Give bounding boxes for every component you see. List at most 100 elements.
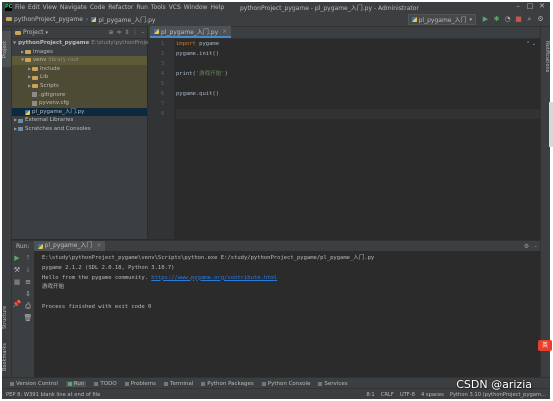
menu-edit[interactable]: Edit — [28, 4, 40, 11]
tool-terminal[interactable]: Terminal — [164, 381, 193, 387]
code-line[interactable] — [176, 99, 540, 109]
tree-item-pyvenv[interactable]: pyvenv.cfg — [12, 99, 147, 108]
current-code-line[interactable] — [176, 109, 540, 119]
inspection-widget[interactable]: ⌃ ⌄ — [526, 41, 536, 47]
chevron-down-icon[interactable]: ▾ — [46, 30, 49, 36]
code-line[interactable]: import pygame — [176, 39, 540, 49]
tree-item-gitignore[interactable]: .gitignore — [12, 90, 147, 100]
desktop-scrollbar[interactable] — [549, 102, 553, 147]
menu-help[interactable]: Help — [210, 4, 224, 11]
pin-icon[interactable]: 📌 — [12, 299, 22, 310]
tab-notifications[interactable]: Notifications — [541, 31, 550, 83]
menu-navigate[interactable]: Navigate — [60, 4, 87, 11]
down-arrow-icon[interactable]: ⌄ — [532, 41, 536, 47]
tree-item-lib[interactable]: ▶ Lib — [12, 73, 147, 82]
stop-icon[interactable]: ■ — [12, 277, 22, 288]
editor-tab-label: pl_pygame_入门.py — [161, 28, 219, 36]
tool-problems[interactable]: Problems — [124, 381, 156, 387]
tree-item-scratches[interactable]: ▶ Scratches and Consoles — [12, 125, 147, 134]
scroll-up-icon[interactable]: ↑ — [23, 253, 33, 264]
tree-item-images[interactable]: ▶ images — [12, 48, 147, 57]
menu-window[interactable]: Window — [184, 4, 208, 11]
wrench-icon[interactable]: ⚒ — [12, 265, 22, 276]
pygame-contribute-link[interactable]: https://www.pygame.org/contribute.html — [151, 275, 277, 281]
status-message[interactable]: PEP 8: W391 blank line at end of file — [6, 392, 100, 398]
tool-python-console[interactable]: Python Console — [261, 381, 310, 387]
tool-run[interactable]: Run — [65, 380, 87, 387]
menu-tools[interactable]: Tools — [151, 4, 166, 11]
settings-icon[interactable]: ⚙ — [535, 14, 546, 24]
menu-vcs[interactable]: VCS — [169, 4, 181, 11]
ime-badge[interactable]: 英 — [538, 340, 552, 351]
console-output[interactable]: E:\study\pythonProject_pygame\venv\Scrip… — [42, 254, 540, 313]
expand-all-icon[interactable]: ⇕ — [123, 29, 131, 36]
tab-bookmarks[interactable]: Bookmarks — [2, 339, 11, 375]
delete-icon[interactable]: 🗑 — [23, 313, 33, 324]
tree-item-label: venv — [33, 57, 47, 64]
code-area[interactable]: import pygame pygame.init() print('游戏开始'… — [176, 39, 540, 119]
rerun-icon[interactable]: ▶ — [12, 253, 22, 264]
menu-refactor[interactable]: Refactor — [108, 4, 133, 11]
menu-view[interactable]: View — [43, 4, 57, 11]
tool-version-control[interactable]: Version Control — [10, 381, 58, 387]
breadcrumb-project[interactable]: pythonProject_pygame — [14, 16, 83, 23]
breadcrumb-file[interactable]: pl_pygame_入门.py — [98, 15, 155, 24]
up-arrow-icon[interactable]: ⌃ — [526, 41, 530, 47]
settings-icon[interactable]: ⚙ — [522, 243, 531, 250]
line-separator[interactable]: CRLF — [381, 392, 394, 398]
tree-item-label: External Libraries — [25, 117, 74, 124]
folder-icon — [25, 49, 31, 54]
locate-icon[interactable]: ⊕ — [107, 29, 115, 36]
interpreter-selector[interactable]: Python 3.10 (pythonProject_pygam... — [450, 392, 546, 398]
tool-python-packages[interactable]: Python Packages — [201, 381, 254, 387]
run-config-select[interactable]: pl_pygame_入门 ▾ — [407, 14, 476, 25]
tab-structure[interactable]: Structure — [2, 297, 11, 337]
tree-item-include[interactable]: ▶ Include — [12, 64, 147, 74]
stop-icon[interactable]: ■ — [513, 14, 524, 24]
coverage-icon[interactable]: ◔ — [502, 14, 513, 24]
maximize-icon[interactable]: □ — [524, 2, 536, 10]
tree-item-project-root[interactable]: ▼ pythonProject_pygame E:\study\pythonPr… — [12, 39, 156, 48]
project-panel-title[interactable]: Project — [23, 29, 44, 36]
caret-position[interactable]: 8:1 — [366, 392, 374, 398]
print-icon[interactable]: ⎙ — [23, 301, 33, 312]
tab-project[interactable]: Project — [2, 31, 11, 67]
close-tab-icon[interactable]: × — [96, 241, 101, 251]
tree-item-venv[interactable]: ▼ venv library root — [12, 56, 147, 65]
code-line[interactable] — [176, 59, 540, 69]
file-encoding[interactable]: UTF-8 — [400, 392, 415, 398]
tree-item-scripts[interactable]: ▶ Scripts — [12, 81, 147, 91]
console-line: Process finished with exit code 0 — [42, 303, 152, 310]
tree-item-external-libraries[interactable]: ▶ External Libraries — [12, 116, 147, 125]
menu-file[interactable]: File — [15, 4, 25, 11]
menu-code[interactable]: Code — [90, 4, 105, 11]
hide-icon[interactable]: – — [139, 29, 147, 36]
scroll-down-icon[interactable]: ↓ — [23, 265, 33, 276]
tree-item-main-py[interactable]: pl_pygame_入门.py — [12, 107, 147, 117]
run-icon[interactable]: ▶ — [480, 14, 491, 24]
code-text: print( — [176, 71, 196, 77]
debug-icon[interactable]: ✱ — [491, 14, 502, 24]
options-icon[interactable]: ⋮ — [131, 29, 139, 36]
close-icon[interactable]: ✕ — [536, 2, 548, 10]
code-line[interactable]: pygame.quit() — [176, 89, 540, 99]
close-tab-icon[interactable]: × — [222, 28, 227, 35]
collapse-all-icon[interactable]: ≑ — [115, 29, 123, 36]
tool-todo[interactable]: TODO — [94, 381, 117, 387]
indent-setting[interactable]: 4 spaces — [421, 392, 444, 398]
code-line[interactable]: pygame.init() — [176, 49, 540, 59]
tool-services[interactable]: Services — [318, 381, 348, 387]
right-tool-stripe: Notifications — [540, 27, 550, 377]
search-icon[interactable]: ⌕ — [524, 14, 535, 24]
menu-run[interactable]: Run — [136, 4, 148, 11]
code-line[interactable]: print('游戏开始') — [176, 69, 540, 79]
scroll-to-end-icon[interactable]: ⇩ — [23, 289, 33, 300]
soft-wrap-icon[interactable]: ≡ — [23, 277, 33, 288]
editor-tab-main-py[interactable]: pl_pygame_入门.py × — [150, 26, 232, 38]
chevron-down-icon[interactable]: ▼ — [13, 39, 16, 48]
minimize-icon[interactable]: – — [512, 2, 524, 10]
run-tab[interactable]: pl_pygame_入门 × — [33, 241, 106, 251]
hide-icon[interactable]: – — [531, 243, 540, 250]
pycharm-logo-icon: PC — [5, 3, 13, 11]
code-line[interactable] — [176, 79, 540, 89]
